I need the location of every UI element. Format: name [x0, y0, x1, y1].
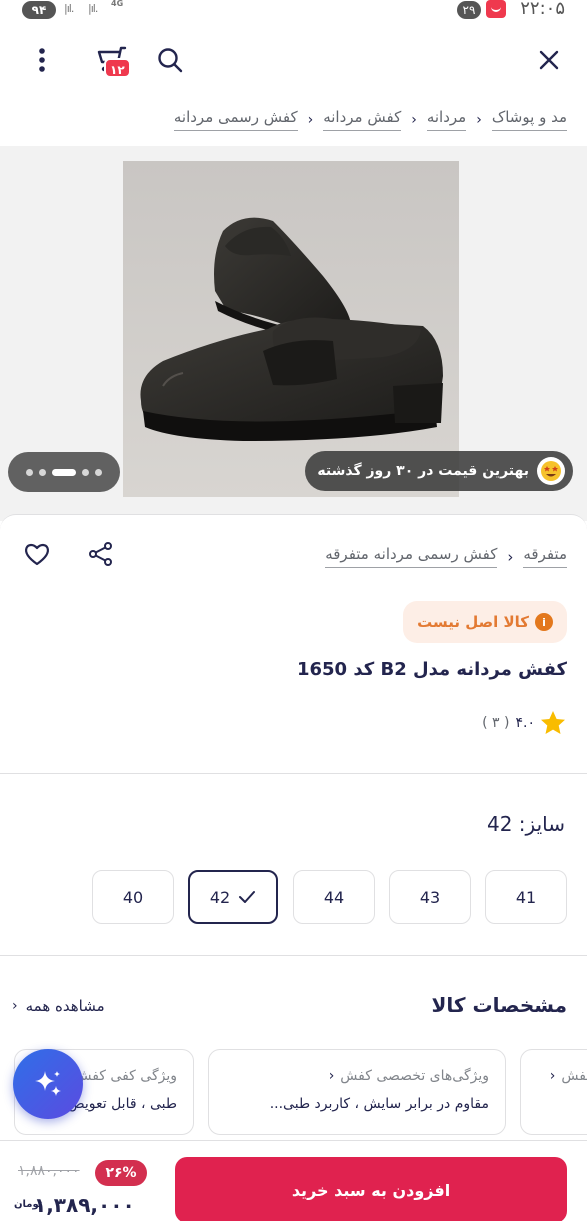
not-original-badge: i کالا اصل نیست	[403, 601, 567, 643]
close-icon	[539, 50, 559, 70]
ai-assistant-button[interactable]	[13, 1049, 83, 1119]
favorite-button[interactable]	[22, 539, 52, 569]
size-label: سایز: 42	[486, 812, 565, 836]
size-option-44[interactable]: 44	[293, 870, 375, 924]
size-option-43[interactable]: 43	[389, 870, 471, 924]
chevron-left-icon: ‹	[328, 1068, 335, 1084]
add-to-cart-button[interactable]: افزودن به سبد خرید	[175, 1157, 567, 1221]
star-icon	[541, 711, 565, 734]
heart-icon	[25, 543, 49, 566]
product-details-sheet: متفرقه ‹ کفش رسمی مردانه متفرقه i کالا ا…	[0, 514, 587, 1221]
sparkle-icon	[35, 1071, 61, 1096]
pagination-dot[interactable]	[26, 468, 33, 476]
old-price: ۱,۸۸۰,۰۰۰	[18, 1163, 80, 1179]
app-header: ۱۲	[0, 22, 587, 100]
category-link-misc[interactable]: متفرقه	[523, 545, 567, 568]
pagination-dot[interactable]	[39, 468, 46, 476]
share-icon	[89, 542, 112, 566]
discount-badge: ۲۶%	[95, 1160, 147, 1186]
star-struck-emoji-icon	[537, 457, 565, 485]
size-option-40[interactable]: 40	[92, 870, 174, 924]
status-bar: ۹۴ |ıl. |ıl. 4G ۲۹ ۲۲:۰۵	[0, 0, 587, 22]
specs-title: مشخصات کالا	[431, 993, 567, 1017]
size-option-41[interactable]: 41	[485, 870, 567, 924]
chevron-left-icon: ‹	[307, 111, 314, 128]
breadcrumb-item-formal-shoes[interactable]: کفش رسمی مردانه	[173, 108, 298, 131]
cart-button[interactable]: ۱۲	[88, 42, 132, 78]
size-option-42-selected[interactable]: 42	[188, 870, 278, 924]
battery-indicator: ۹۴	[22, 1, 56, 19]
breadcrumb-item-men[interactable]: مردانه	[426, 108, 467, 131]
notification-count: ۲۹	[457, 1, 481, 19]
chevron-left-icon: ‹	[476, 111, 482, 128]
currency-label: تومان	[14, 1199, 43, 1210]
divider	[0, 773, 587, 774]
see-all-link[interactable]: مشاهده همه ‹	[12, 997, 105, 1015]
category-link-formal-misc[interactable]: کفش رسمی مردانه متفرقه	[325, 545, 498, 568]
best-price-text: بهترین قیمت در ۳۰ روز گذشته	[317, 463, 529, 479]
search-button[interactable]	[152, 42, 188, 78]
product-rating[interactable]: ۴.۰ ( ۳ )	[482, 709, 567, 737]
chevron-left-icon: ‹	[411, 111, 417, 128]
breadcrumb: مد و پوشاک ‹ مردانه ‹ کفش مردانه ‹ کفش ر…	[173, 108, 567, 131]
spec-card-specialized[interactable]: ویژگی‌های تخصصی کفش ‹ مقاوم در برابر سای…	[208, 1049, 506, 1135]
close-button[interactable]	[531, 42, 567, 78]
signal-icon: |ıl.	[64, 2, 74, 15]
share-button[interactable]	[86, 539, 116, 569]
image-pagination[interactable]	[8, 452, 120, 492]
best-price-badge: بهترین قیمت در ۳۰ روز گذشته	[305, 451, 573, 491]
final-price: ۱,۳۸۹,۰۰۰	[34, 1193, 135, 1217]
chevron-left-icon: ‹	[549, 1068, 556, 1084]
chevron-left-icon: ‹	[507, 547, 514, 566]
spec-card-shoe[interactable]: کفش ‹	[520, 1049, 587, 1135]
search-icon	[158, 48, 183, 73]
pagination-dot[interactable]	[82, 468, 89, 476]
breadcrumb-item-men-shoes[interactable]: کفش مردانه	[323, 108, 402, 131]
network-type: 4G	[111, 0, 124, 8]
not-original-text: کالا اصل نیست	[417, 613, 529, 631]
clock: ۲۲:۰۵	[520, 0, 565, 19]
purchase-bar: افزودن به سبد خرید ۲۶% ۱,۸۸۰,۰۰۰ ۱,۳۸۹,۰…	[0, 1140, 587, 1221]
product-title: کفش مردانه مدل B2 کد 1650	[296, 659, 567, 680]
breadcrumb-item-fashion[interactable]: مد و پوشاک	[491, 108, 567, 131]
chevron-left-icon: ‹	[12, 998, 18, 1014]
divider	[0, 955, 587, 956]
pagination-dot-active[interactable]	[52, 468, 76, 476]
more-menu-button[interactable]	[24, 42, 60, 78]
category-links: متفرقه ‹ کفش رسمی مردانه متفرقه	[325, 545, 567, 568]
cart-count-badge: ۱۲	[104, 58, 131, 78]
check-icon	[239, 891, 256, 903]
signal-icon-2: |ıl.	[88, 2, 98, 15]
info-icon: i	[535, 613, 553, 631]
product-gallery[interactable]: بهترین قیمت در ۳۰ روز گذشته	[0, 146, 587, 521]
rating-value: ۴.۰	[515, 715, 536, 731]
more-vertical-icon	[39, 48, 45, 72]
shoe-image	[123, 161, 459, 497]
pagination-dot[interactable]	[95, 468, 102, 476]
app-notification-icon	[486, 0, 506, 18]
product-image[interactable]	[123, 161, 459, 497]
rating-count: ( ۳ )	[482, 715, 510, 731]
